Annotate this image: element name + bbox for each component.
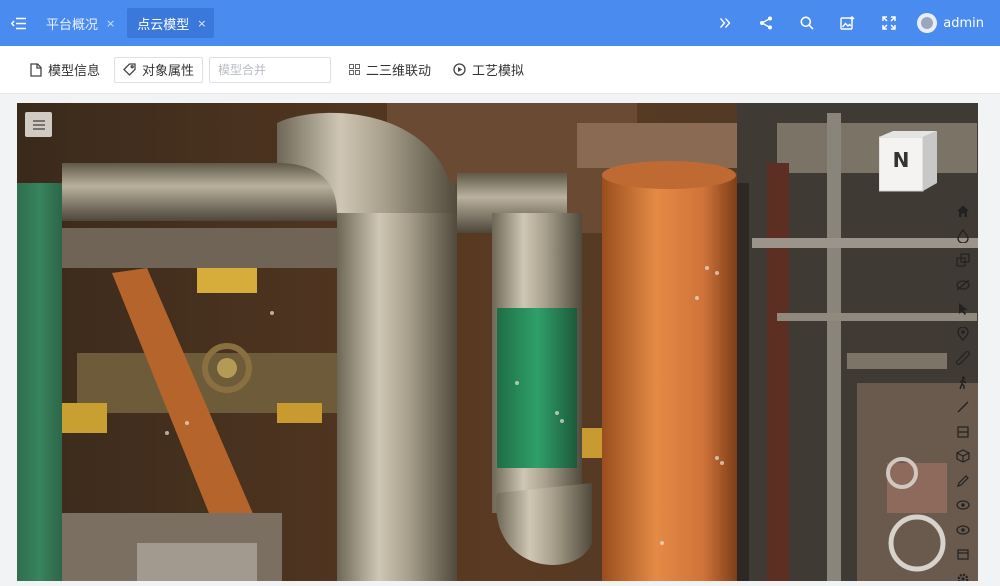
search-icon[interactable] (786, 0, 827, 46)
gear-icon[interactable] (951, 567, 975, 581)
fullscreen-icon[interactable] (868, 0, 909, 46)
drop-icon[interactable] (951, 224, 975, 249)
pencil-icon[interactable] (951, 469, 975, 494)
avatar (917, 13, 938, 33)
cube-icon[interactable] (951, 444, 975, 469)
tag-icon (123, 63, 136, 76)
user-menu[interactable]: admin (909, 13, 1000, 33)
section-box-icon[interactable] (951, 420, 975, 445)
viewport-menu-icon[interactable] (25, 112, 52, 137)
navigation-cube[interactable]: N (879, 131, 939, 195)
username: admin (943, 15, 984, 31)
slash-icon[interactable] (951, 395, 975, 420)
location-pin-icon[interactable] (951, 322, 975, 347)
process-simulation-label: 工艺模拟 (472, 64, 525, 79)
2d-3d-linkage-button[interactable]: 二三维联动 (341, 57, 439, 83)
clip-icon[interactable] (951, 542, 975, 567)
home-icon[interactable] (951, 199, 975, 224)
select-arrow-icon[interactable] (951, 297, 975, 322)
menu-fold-icon[interactable] (0, 0, 36, 46)
document-icon (30, 62, 42, 77)
layers-icon[interactable] (951, 248, 975, 273)
ruler-icon[interactable] (951, 346, 975, 371)
play-circle-icon (453, 63, 466, 76)
object-properties-button[interactable]: 对象属性 (114, 56, 204, 83)
point-cloud-scene (17, 103, 978, 581)
model-merge-input[interactable] (209, 56, 332, 83)
share-icon[interactable] (745, 0, 786, 46)
tab-close-icon[interactable]: × (106, 17, 115, 30)
object-properties-label: 对象属性 (142, 64, 195, 79)
tab-point-cloud-model[interactable]: 点云模型 × (127, 8, 215, 38)
eye-icon[interactable] (951, 518, 975, 543)
chevrons-right-icon[interactable] (704, 0, 745, 46)
process-simulation-button[interactable]: 工艺模拟 (445, 57, 532, 83)
model-toolbar: 模型信息 对象属性 二三维联动 工艺模拟 (0, 46, 1000, 94)
model-info-label: 模型信息 (48, 64, 101, 79)
eye-icon[interactable] (951, 493, 975, 518)
2d-3d-linkage-label: 二三维联动 (366, 64, 432, 79)
tab-close-icon[interactable]: × (197, 17, 206, 30)
image-export-icon[interactable] (827, 0, 868, 46)
tab-label: 平台概况 (46, 17, 99, 33)
top-navigation-bar: 平台概况 × 点云模型 × admin (0, 0, 1000, 46)
tab-label: 点云模型 (137, 17, 190, 33)
model-info-button[interactable]: 模型信息 (22, 57, 108, 83)
viewport-toolbar (951, 199, 975, 581)
point-cloud-viewport[interactable]: N (17, 103, 978, 581)
grid-icon (349, 64, 361, 75)
hide-icon[interactable] (951, 273, 975, 298)
tab-platform-overview[interactable]: 平台概况 × (36, 8, 123, 38)
walk-person-icon[interactable] (951, 371, 975, 396)
compass-north-label: N (892, 148, 910, 172)
